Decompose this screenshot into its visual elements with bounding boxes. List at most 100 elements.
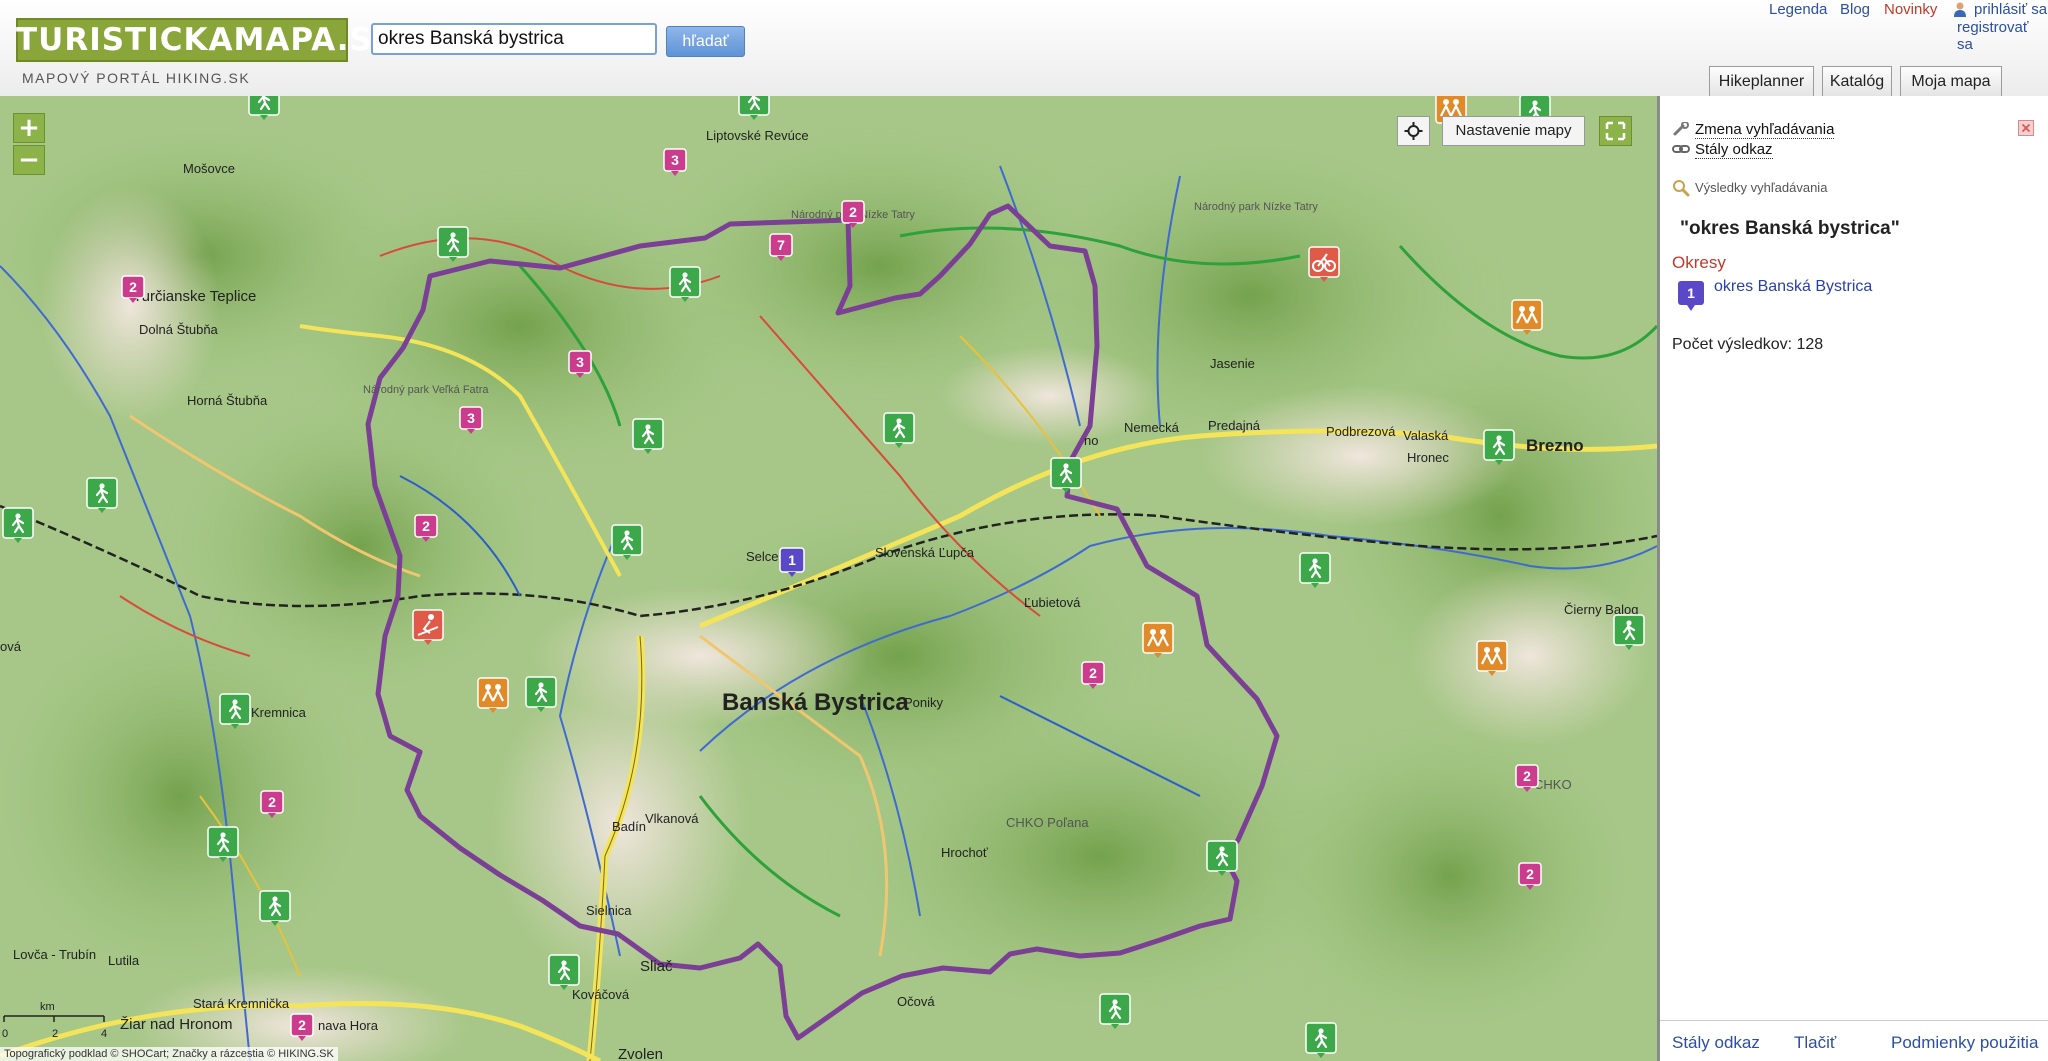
register-link[interactable]: registrovať sa — [1957, 19, 2048, 53]
place-label: Liptovské Revúce — [706, 128, 809, 143]
hiking-marker-icon[interactable] — [1050, 457, 1082, 493]
place-label: Ľubietová — [1024, 595, 1081, 610]
svg-text:2: 2 — [298, 1017, 306, 1033]
place-label: Národný park Veľká Fatra — [363, 384, 489, 396]
login-link[interactable]: prihlásiť sa — [1974, 1, 2047, 18]
place-label: Lutila — [108, 953, 140, 968]
svg-text:2: 2 — [129, 279, 137, 295]
hiking-marker-icon[interactable] — [525, 676, 557, 712]
fullscreen-icon — [1605, 121, 1626, 141]
news-link[interactable]: Novinky — [1884, 1, 1937, 18]
result-marker-icon[interactable]: 1 — [1677, 280, 1705, 312]
hiking-marker-icon[interactable] — [1305, 1022, 1337, 1058]
tab-hikeplanner[interactable]: Hikeplanner — [1709, 66, 1814, 96]
user-icon — [1954, 2, 1966, 17]
place-label: Mošovce — [183, 161, 235, 176]
family-marker-icon[interactable] — [477, 677, 509, 713]
place-label: CHKO Poľana — [1006, 815, 1089, 830]
svg-text:2: 2 — [422, 518, 430, 534]
svg-text:0: 0 — [2, 1028, 8, 1040]
hiking-marker-icon[interactable] — [2, 507, 34, 543]
hiking-marker-icon[interactable] — [1613, 614, 1645, 650]
place-label: Stará Kremnička — [193, 996, 290, 1011]
place-label: Kováčová — [572, 987, 630, 1002]
family-marker-icon[interactable] — [1476, 640, 1508, 676]
permalink-link[interactable]: Stály odkaz — [1695, 141, 1773, 159]
place-label: Národný park Nízke Tatry — [1194, 201, 1318, 213]
close-icon[interactable] — [2018, 120, 2034, 136]
hiking-marker-icon[interactable] — [669, 266, 701, 302]
place-label: Valaská — [1403, 428, 1449, 443]
place-label: Jasenie — [1210, 356, 1255, 371]
place-label: no — [1084, 433, 1098, 448]
map-canvas[interactable]: Banská Bystrica Liptovské Revúce Mošovce… — [0, 96, 1657, 1061]
hiking-marker-icon[interactable] — [548, 954, 580, 990]
hiking-marker-icon[interactable] — [883, 412, 915, 448]
zoom-in-button[interactable]: + — [13, 113, 45, 143]
place-label: Nemecká — [1124, 420, 1180, 435]
print-link[interactable]: Tlačiť — [1794, 1033, 1836, 1053]
hiking-marker-icon[interactable] — [86, 477, 118, 513]
place-label-banska-bystrica: Banská Bystrica — [722, 689, 909, 716]
panel-footer: Stály odkaz Tlačiť Podmienky použitia — [1660, 1020, 2048, 1061]
place-label: Sliač — [640, 958, 673, 975]
place-label: Brezno — [1526, 436, 1584, 455]
place-label: Podbrezová — [1326, 424, 1396, 439]
ski-marker-icon[interactable] — [412, 609, 444, 645]
change-search-link[interactable]: Zmena vyhľadávania — [1695, 121, 1835, 139]
place-label: Selce — [746, 549, 779, 564]
blog-link[interactable]: Blog — [1840, 1, 1870, 18]
svg-text:1: 1 — [788, 552, 796, 568]
hiking-marker-icon[interactable] — [1299, 552, 1331, 588]
terms-link[interactable]: Podmienky použitia — [1891, 1033, 2038, 1053]
place-label: nava Hora — [318, 1018, 379, 1033]
place-label: Poniky — [904, 695, 944, 710]
hiking-marker-icon[interactable] — [632, 418, 664, 454]
svg-text:2: 2 — [1523, 768, 1531, 784]
map-marker-district[interactable]: 1 — [779, 547, 805, 577]
place-label: CHKO — [1534, 777, 1572, 792]
hiking-marker-icon[interactable] — [219, 693, 251, 729]
place-label: Sielnica — [586, 903, 632, 918]
hiking-marker-icon[interactable] — [1099, 993, 1131, 1029]
hiking-marker-icon[interactable] — [207, 826, 239, 862]
legend-link[interactable]: Legenda — [1769, 1, 1827, 18]
place-label: Predajná — [1208, 418, 1261, 433]
site-logo[interactable]: TURISTICKAMAPA.SK — [16, 18, 397, 62]
tab-catalog[interactable]: Katalóg — [1822, 66, 1892, 96]
family-marker-icon[interactable] — [1142, 622, 1174, 658]
bike-marker-icon[interactable] — [1308, 246, 1340, 282]
wrench-icon — [1673, 122, 1689, 136]
svg-text:7: 7 — [777, 237, 785, 253]
svg-text:3: 3 — [671, 152, 679, 168]
svg-text:3: 3 — [467, 410, 475, 426]
family-marker-icon[interactable] — [1511, 299, 1543, 335]
hiking-marker-icon[interactable] — [611, 524, 643, 560]
place-label: ová — [0, 639, 22, 654]
fullscreen-button[interactable] — [1599, 116, 1632, 146]
search-button[interactable]: hľadať — [666, 26, 745, 57]
svg-text:km: km — [40, 1001, 55, 1013]
results-label: Výsledky vyhľadávania — [1695, 180, 1828, 195]
map-view[interactable]: Banská Bystrica Liptovské Revúce Mošovce… — [0, 96, 1657, 1061]
place-label: Hronec — [1407, 450, 1449, 465]
search-input[interactable] — [371, 23, 657, 55]
svg-text:3: 3 — [576, 354, 584, 370]
map-settings-button[interactable]: Nastavenie mapy — [1442, 116, 1585, 146]
hiking-marker-icon[interactable] — [1206, 840, 1238, 876]
hiking-marker-icon[interactable] — [437, 226, 469, 262]
hiking-marker-icon[interactable] — [259, 890, 291, 926]
svg-text:4: 4 — [101, 1028, 107, 1040]
svg-text:2: 2 — [52, 1028, 58, 1040]
footer-permalink-link[interactable]: Stály odkaz — [1672, 1033, 1760, 1053]
place-label: Zvolen — [618, 1046, 663, 1061]
place-label: Horná Štubňa — [187, 393, 268, 408]
locate-button[interactable] — [1397, 116, 1430, 146]
svg-text:2: 2 — [1526, 866, 1534, 882]
result-link[interactable]: okres Banská Bystrica — [1714, 278, 1872, 296]
place-label: Lovča - Trubín — [13, 947, 96, 962]
hiking-marker-icon[interactable] — [1483, 429, 1515, 465]
tab-my-map[interactable]: Moja mapa — [1900, 66, 2002, 96]
place-label: Vlkanová — [645, 811, 699, 826]
zoom-out-button[interactable]: − — [13, 145, 45, 175]
